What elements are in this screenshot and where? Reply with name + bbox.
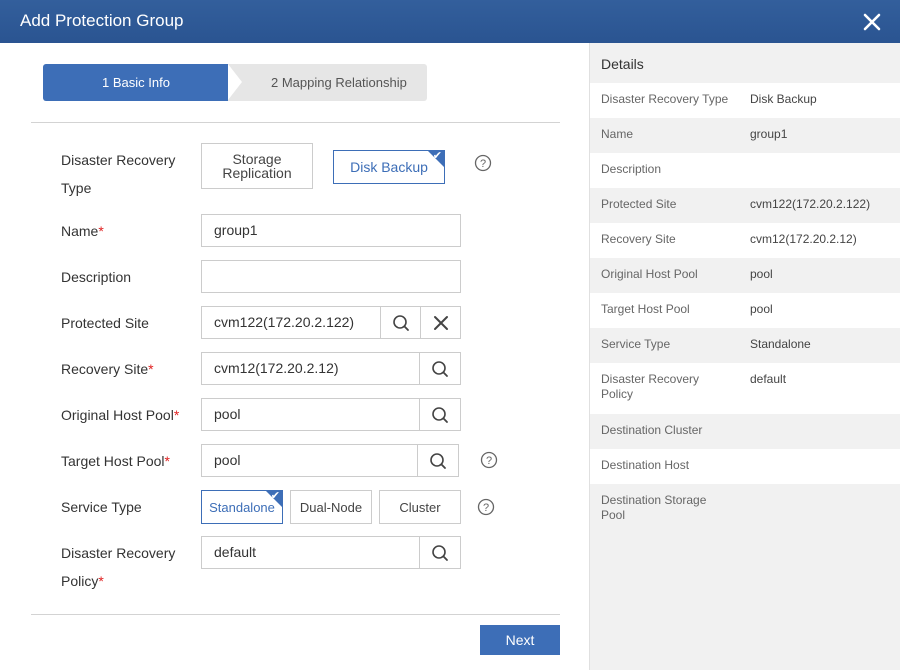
- search-icon: [393, 314, 409, 331]
- dialog-titlebar: Add Protection Group: [0, 0, 900, 43]
- search-button[interactable]: [380, 307, 421, 338]
- clear-button[interactable]: [420, 307, 461, 338]
- original-host-pool-field[interactable]: pool: [201, 398, 461, 431]
- details-row: Disaster Recovery Type Disk Backup: [590, 83, 900, 118]
- dual-node-option[interactable]: Dual-Node: [290, 490, 372, 524]
- step-mapping-relationship[interactable]: 2 Mapping Relationship: [228, 64, 427, 101]
- details-panel: Details Disaster Recovery Type Disk Backu…: [589, 43, 900, 670]
- step-basic-info[interactable]: 1 Basic Info: [43, 64, 257, 101]
- check-icon: ✔: [432, 150, 442, 162]
- description-input[interactable]: [201, 260, 461, 293]
- dialog-title: Add Protection Group: [20, 11, 184, 30]
- search-button[interactable]: [419, 537, 460, 568]
- svg-text:?: ?: [483, 502, 489, 514]
- divider: [31, 614, 560, 615]
- description-label: Description: [61, 269, 132, 285]
- name-input[interactable]: group1: [201, 214, 461, 247]
- svg-text:?: ?: [480, 158, 486, 170]
- help-icon[interactable]: ?: [474, 154, 492, 172]
- details-row: Description: [590, 153, 900, 188]
- divider: [31, 122, 560, 123]
- step-label: 1 Basic Info: [102, 75, 170, 90]
- details-title: Details: [601, 56, 644, 72]
- details-row: Recovery Site cvm12(172.20.2.12): [590, 223, 900, 258]
- next-button[interactable]: Next: [480, 625, 560, 655]
- details-row: Name group1: [601, 127, 788, 141]
- storage-replication-option[interactable]: Storage Replication: [201, 143, 313, 189]
- target-host-pool-field[interactable]: pool: [201, 444, 459, 477]
- details-row: Protected Site cvm122(172.20.2.122): [601, 197, 871, 211]
- details-row: Destination Cluster: [601, 423, 703, 437]
- recovery-site-label: Recovery Site*: [61, 361, 154, 377]
- service-type-label: Service Type: [61, 499, 142, 515]
- search-button[interactable]: [417, 445, 458, 476]
- details-row: Service Type Standalone: [601, 337, 811, 351]
- details-row: Target Host Pool pool: [590, 293, 900, 328]
- search-icon: [432, 360, 448, 377]
- protected-site-field[interactable]: cvm122(172.20.2.122): [201, 306, 461, 339]
- details-row: Original Host Pool pool: [601, 267, 773, 281]
- search-icon: [432, 406, 448, 423]
- check-icon: ✔: [270, 490, 280, 502]
- details-row: Destination Host: [590, 449, 900, 484]
- search-button[interactable]: [419, 399, 460, 430]
- cluster-option[interactable]: Cluster: [379, 490, 461, 524]
- dr-type-label: Disaster Recovery Type: [61, 152, 176, 196]
- help-icon[interactable]: ?: [477, 498, 495, 516]
- recovery-site-field[interactable]: cvm12(172.20.2.12): [201, 352, 461, 385]
- clear-icon: [434, 315, 448, 330]
- details-row: Disaster Recovery Policy default: [590, 363, 900, 414]
- protected-site-label: Protected Site: [61, 315, 149, 331]
- standalone-option[interactable]: Standalone ✔: [201, 490, 283, 524]
- close-icon[interactable]: [862, 12, 882, 32]
- target-host-pool-label: Target Host Pool*: [61, 453, 170, 469]
- search-icon: [430, 452, 446, 469]
- name-label: Name*: [61, 223, 104, 239]
- details-row: Destination Storage Pool: [601, 493, 707, 522]
- search-icon: [432, 544, 448, 561]
- help-icon[interactable]: ?: [480, 451, 498, 469]
- form-panel: 1 Basic Info 2 Mapping Relationship Disa…: [0, 43, 589, 670]
- original-host-pool-label: Original Host Pool*: [61, 407, 180, 423]
- dr-policy-label: Disaster Recovery Policy*: [61, 545, 176, 589]
- disk-backup-option[interactable]: Disk Backup ✔: [333, 150, 445, 184]
- svg-text:?: ?: [486, 455, 492, 467]
- search-button[interactable]: [419, 353, 460, 384]
- dr-policy-field[interactable]: default: [201, 536, 461, 569]
- step-label: 2 Mapping Relationship: [271, 75, 407, 90]
